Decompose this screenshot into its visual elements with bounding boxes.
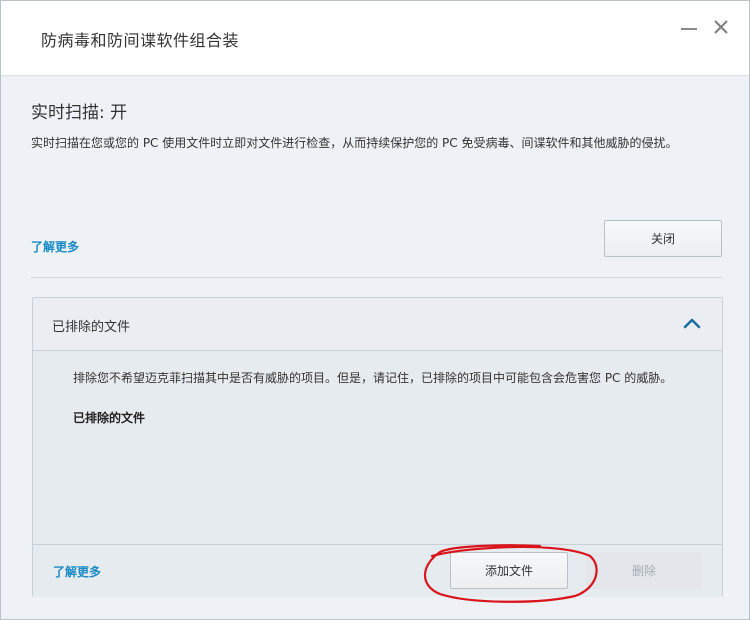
realtime-scan-status: 实时扫描: 开: [31, 103, 128, 123]
close-window-button[interactable]: [709, 15, 733, 39]
minimize-button[interactable]: [677, 15, 701, 39]
excluded-files-learn-more-link[interactable]: 了解更多: [53, 563, 101, 580]
app-window: 防病毒和防间谍软件组合装 实时扫描: 开 实时扫描在您或您的 PC 使用文件时立…: [0, 0, 750, 620]
excluded-files-panel-header[interactable]: 已排除的文件: [33, 298, 722, 351]
section-divider: [31, 277, 722, 278]
delete-button[interactable]: 删除: [586, 552, 702, 589]
turn-off-realtime-scan-button[interactable]: 关闭: [604, 220, 722, 257]
excluded-files-description: 排除您不希望迈克菲扫描其中是否有威胁的项目。但是，请记住，已排除的项目中可能包含…: [73, 371, 673, 385]
close-icon: [714, 20, 728, 34]
title-bar: 防病毒和防间谍软件组合装: [1, 1, 749, 76]
excluded-files-list-title: 已排除的文件: [73, 411, 146, 425]
minimize-icon: [681, 24, 697, 30]
window-title: 防病毒和防间谍软件组合装: [41, 31, 240, 50]
excluded-files-panel-body: 排除您不希望迈克菲扫描其中是否有威胁的项目。但是，请记住，已排除的项目中可能包含…: [33, 351, 722, 543]
excluded-files-panel: 已排除的文件 排除您不希望迈克菲扫描其中是否有威胁的项目。但是，请记住，已排除的…: [32, 297, 723, 597]
learn-more-link[interactable]: 了解更多: [31, 238, 79, 255]
excluded-files-panel-footer: 了解更多 添加文件 删除: [33, 544, 722, 597]
realtime-scan-description: 实时扫描在您或您的 PC 使用文件时立即对文件进行检查，从而持续保护您的 PC …: [31, 136, 678, 150]
chevron-up-icon[interactable]: [683, 316, 701, 330]
add-file-button[interactable]: 添加文件: [450, 552, 568, 589]
excluded-files-header-title: 已排除的文件: [52, 320, 131, 335]
